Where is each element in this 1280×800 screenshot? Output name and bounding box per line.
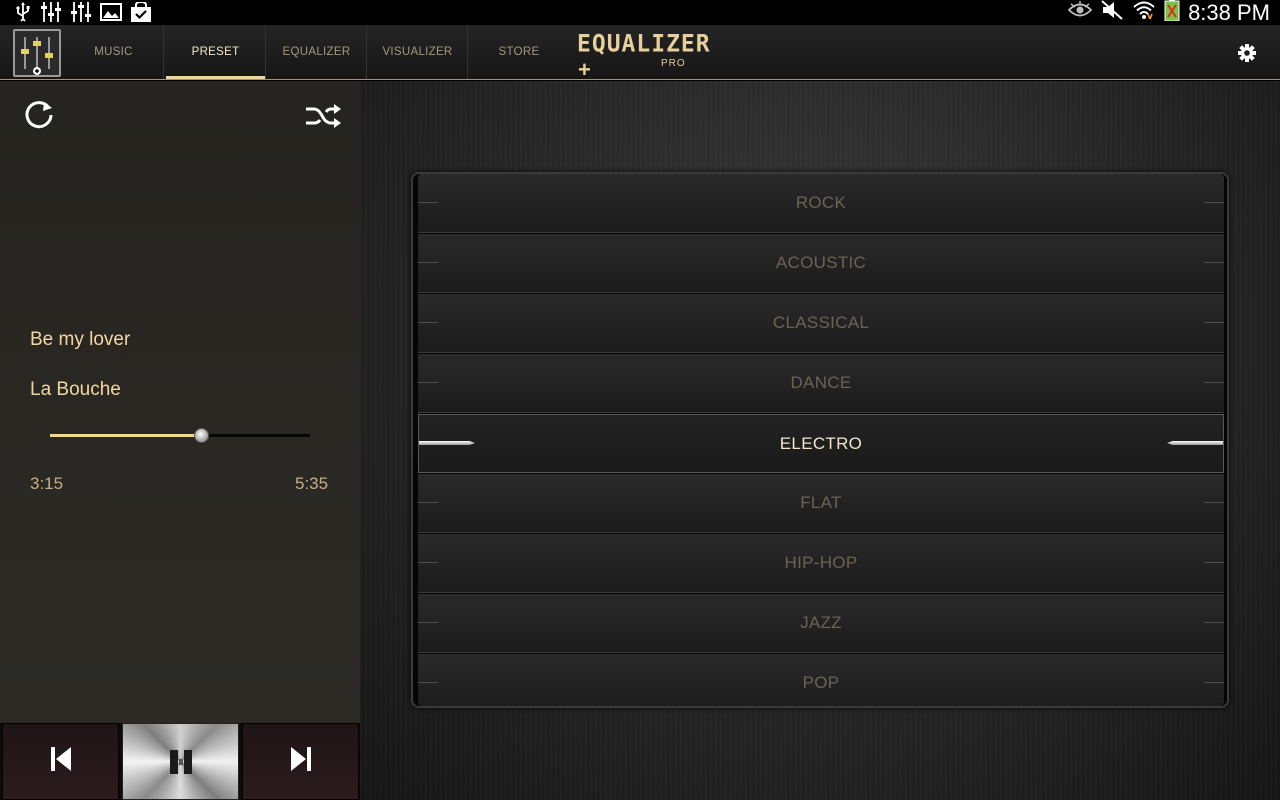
now-playing-panel: Be my lover La Bouche 3:15 5:35 — [0, 81, 360, 723]
preset-list[interactable]: ROCK ACOUSTIC CLASSICAL DANCE ELECTRO FLAT HIP… — [418, 174, 1224, 706]
preset-label: ELECTRO — [779, 433, 863, 453]
scale-tick — [418, 622, 438, 623]
mute-icon — [1100, 0, 1124, 25]
preset-item-electro[interactable]: ELECTRO — [418, 414, 1224, 473]
preset-item-acoustic[interactable]: ACOUSTIC — [418, 234, 1224, 293]
scale-tick — [1204, 502, 1224, 503]
selection-marker-right — [1167, 441, 1223, 445]
tab-music[interactable]: MUSIC — [64, 25, 164, 79]
tab-label: PRESET — [191, 46, 240, 58]
shopping-bag-icon — [130, 2, 152, 22]
repeat-button[interactable] — [22, 98, 56, 132]
system-status: 8:38 PM — [1067, 0, 1270, 26]
skip-previous-icon — [50, 746, 72, 777]
app-header: MUSIC PRESET EQUALIZER VISUALIZER STORE … — [0, 25, 1280, 82]
preset-item-pop[interactable]: POP — [418, 654, 1224, 706]
seek-progress — [50, 434, 201, 437]
seek-bar[interactable] — [50, 423, 310, 447]
current-time: 3:15 — [30, 474, 64, 493]
settings-button[interactable] — [1236, 42, 1258, 64]
logo-text: EQUALIZER — [577, 30, 711, 58]
scale-tick — [418, 262, 438, 263]
usb-icon — [14, 2, 32, 22]
preset-item-dance[interactable]: DANCE — [418, 354, 1224, 413]
equalizer-icon — [40, 2, 62, 22]
scale-tick — [1204, 682, 1224, 683]
song-title: Be my lover — [30, 329, 131, 350]
scale-tick — [418, 502, 438, 503]
notification-icons — [14, 2, 152, 22]
app-mixer-icon[interactable] — [13, 29, 61, 77]
scale-tick — [418, 682, 438, 683]
transport-controls — [0, 723, 360, 800]
preset-label: JAZZ — [800, 613, 842, 632]
preset-label: POP — [802, 673, 840, 692]
tab-store[interactable]: STORE — [469, 25, 569, 79]
play-pause-button[interactable] — [122, 723, 239, 800]
song-artist: La Bouche — [30, 379, 121, 400]
scale-tick — [418, 202, 438, 203]
preset-item-hip-hop[interactable]: HIP-HOP — [418, 534, 1224, 593]
total-time: 5:35 — [295, 474, 329, 493]
scale-tick — [1204, 622, 1224, 623]
clock: 8:38 PM — [1188, 0, 1270, 25]
preset-item-classical[interactable]: CLASSICAL — [418, 294, 1224, 353]
tab-preset[interactable]: PRESET — [166, 25, 266, 79]
skip-next-icon — [290, 746, 312, 777]
scale-tick — [1204, 262, 1224, 263]
tab-visualizer[interactable]: VISUALIZER — [368, 25, 468, 79]
gear-icon — [1236, 44, 1258, 68]
battery-icon — [1164, 0, 1180, 26]
seek-thumb[interactable] — [193, 428, 209, 443]
tab-label: EQUALIZER — [282, 46, 351, 58]
preset-label: HIP-HOP — [784, 553, 858, 572]
preset-panel: ROCK ACOUSTIC CLASSICAL DANCE ELECTRO FLAT HIP… — [360, 81, 1280, 800]
pause-icon — [168, 749, 194, 775]
app-logo: EQUALIZER+ PRO — [577, 30, 717, 82]
preset-picker: ROCK ACOUSTIC CLASSICAL DANCE ELECTRO FLAT HIP… — [411, 172, 1229, 708]
wifi-icon — [1132, 0, 1156, 25]
scale-tick — [1204, 382, 1224, 383]
scale-tick — [418, 322, 438, 323]
scale-tick — [418, 382, 438, 383]
selection-marker-left — [419, 441, 475, 445]
tab-label: VISUALIZER — [382, 46, 453, 58]
preset-label: ROCK — [795, 193, 847, 212]
scale-tick — [1204, 202, 1224, 203]
next-button[interactable] — [242, 723, 359, 800]
preset-item-flat[interactable]: FLAT — [418, 474, 1224, 533]
scale-tick — [1204, 322, 1224, 323]
logo-subtext: PRO — [661, 58, 686, 69]
equalizer-icon — [70, 2, 92, 22]
tab-label: MUSIC — [94, 46, 133, 58]
preset-label: DANCE — [790, 373, 852, 392]
tab-equalizer[interactable]: EQUALIZER — [267, 25, 367, 79]
preset-label: ACOUSTIC — [775, 253, 867, 272]
image-icon — [100, 2, 122, 22]
preset-item-rock[interactable]: ROCK — [418, 174, 1224, 233]
repeat-icon — [22, 101, 56, 136]
status-bar: 8:38 PM — [0, 0, 1280, 25]
previous-button[interactable] — [2, 723, 119, 800]
preset-label: CLASSICAL — [772, 313, 870, 332]
scale-tick — [418, 562, 438, 563]
eye-icon — [1067, 1, 1093, 24]
scale-tick — [1204, 562, 1224, 563]
logo-plus: + — [578, 57, 591, 82]
preset-label: FLAT — [800, 493, 842, 512]
preset-item-jazz[interactable]: JAZZ — [418, 594, 1224, 653]
tab-label: STORE — [498, 46, 540, 58]
shuffle-icon — [304, 104, 342, 133]
shuffle-button[interactable] — [304, 103, 342, 129]
